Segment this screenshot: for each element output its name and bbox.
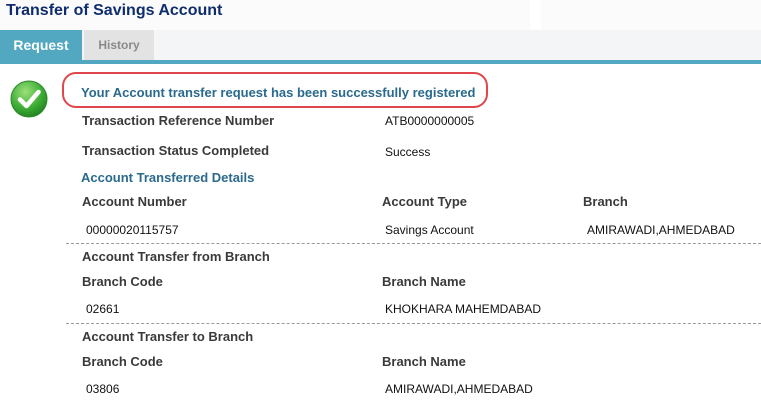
transaction-ref-value: ATB0000000005 [385,114,475,128]
account-number-header: Account Number [82,194,187,209]
from-branch-name-label: Branch Name [382,274,466,289]
tab-history[interactable]: History [84,30,154,60]
to-branch-name-value: AMIRAWADI,AHMEDABAD [385,382,533,396]
branch-value: AMIRAWADI,AHMEDABAD [587,223,735,237]
tab-underline [0,60,761,64]
account-type-value: Savings Account [385,223,474,237]
branch-header: Branch [583,194,628,209]
to-branch-code-label: Branch Code [82,354,163,369]
account-number-value: 00000020115757 [86,223,179,237]
divider [66,323,761,324]
to-branch-code-value: 03806 [86,382,120,396]
from-branch-code-value: 02661 [86,302,120,316]
from-branch-code-label: Branch Code [82,274,163,289]
to-branch-name-label: Branch Name [382,354,466,369]
transferred-details-heading: Account Transferred Details [81,170,255,185]
divider [66,243,761,244]
from-branch-name-value: KHOKHARA MAHEMDABAD [385,302,542,316]
to-branch-heading: Account Transfer to Branch [82,329,254,344]
tab-request[interactable]: Request [0,30,82,60]
account-type-header: Account Type [382,194,467,209]
check-circle-icon [10,80,48,118]
success-message: Your Account transfer request has been s… [81,85,476,100]
transaction-status-label: Transaction Status Completed [82,143,270,158]
page-title: Transfer of Savings Account [6,2,223,19]
transaction-status-value: Success [385,145,431,159]
from-branch-heading: Account Transfer from Branch [82,249,270,264]
transaction-ref-label: Transaction Reference Number [82,113,275,128]
header-bar-right [541,0,761,30]
